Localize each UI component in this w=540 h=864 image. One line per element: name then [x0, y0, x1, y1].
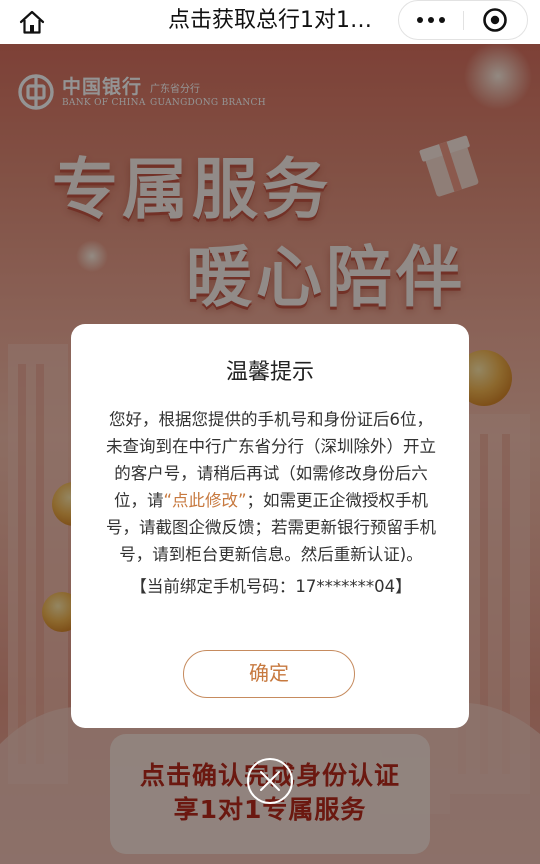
more-dots-icon [417, 17, 423, 23]
miniprogram-capsule [398, 0, 528, 40]
confirm-button[interactable]: 确定 [183, 650, 355, 698]
top-navigation-bar: 点击获取总行1对1… [0, 0, 540, 44]
edit-id-link[interactable]: “点此修改” [163, 491, 246, 510]
close-miniprogram-button[interactable] [463, 1, 527, 39]
dialog-close-button[interactable] [246, 757, 294, 805]
notice-dialog: 温馨提示 您好，根据您提供的手机号和身份证后6位，未查询到在中行广东省分行（深圳… [71, 324, 469, 728]
more-button[interactable] [399, 1, 463, 39]
dialog-title: 温馨提示 [225, 360, 314, 385]
bound-phone-number: 【当前绑定手机号码：17*******04】 [130, 577, 412, 596]
home-icon [19, 10, 45, 34]
home-button[interactable] [14, 6, 50, 38]
page-title: 点击获取总行1对1… [168, 8, 372, 33]
close-icon [247, 758, 293, 804]
dialog-message: 您好，根据您提供的手机号和身份证后6位，未查询到在中行广东省分行（深圳除外）开立… [101, 406, 441, 600]
close-circle-icon [483, 8, 507, 32]
